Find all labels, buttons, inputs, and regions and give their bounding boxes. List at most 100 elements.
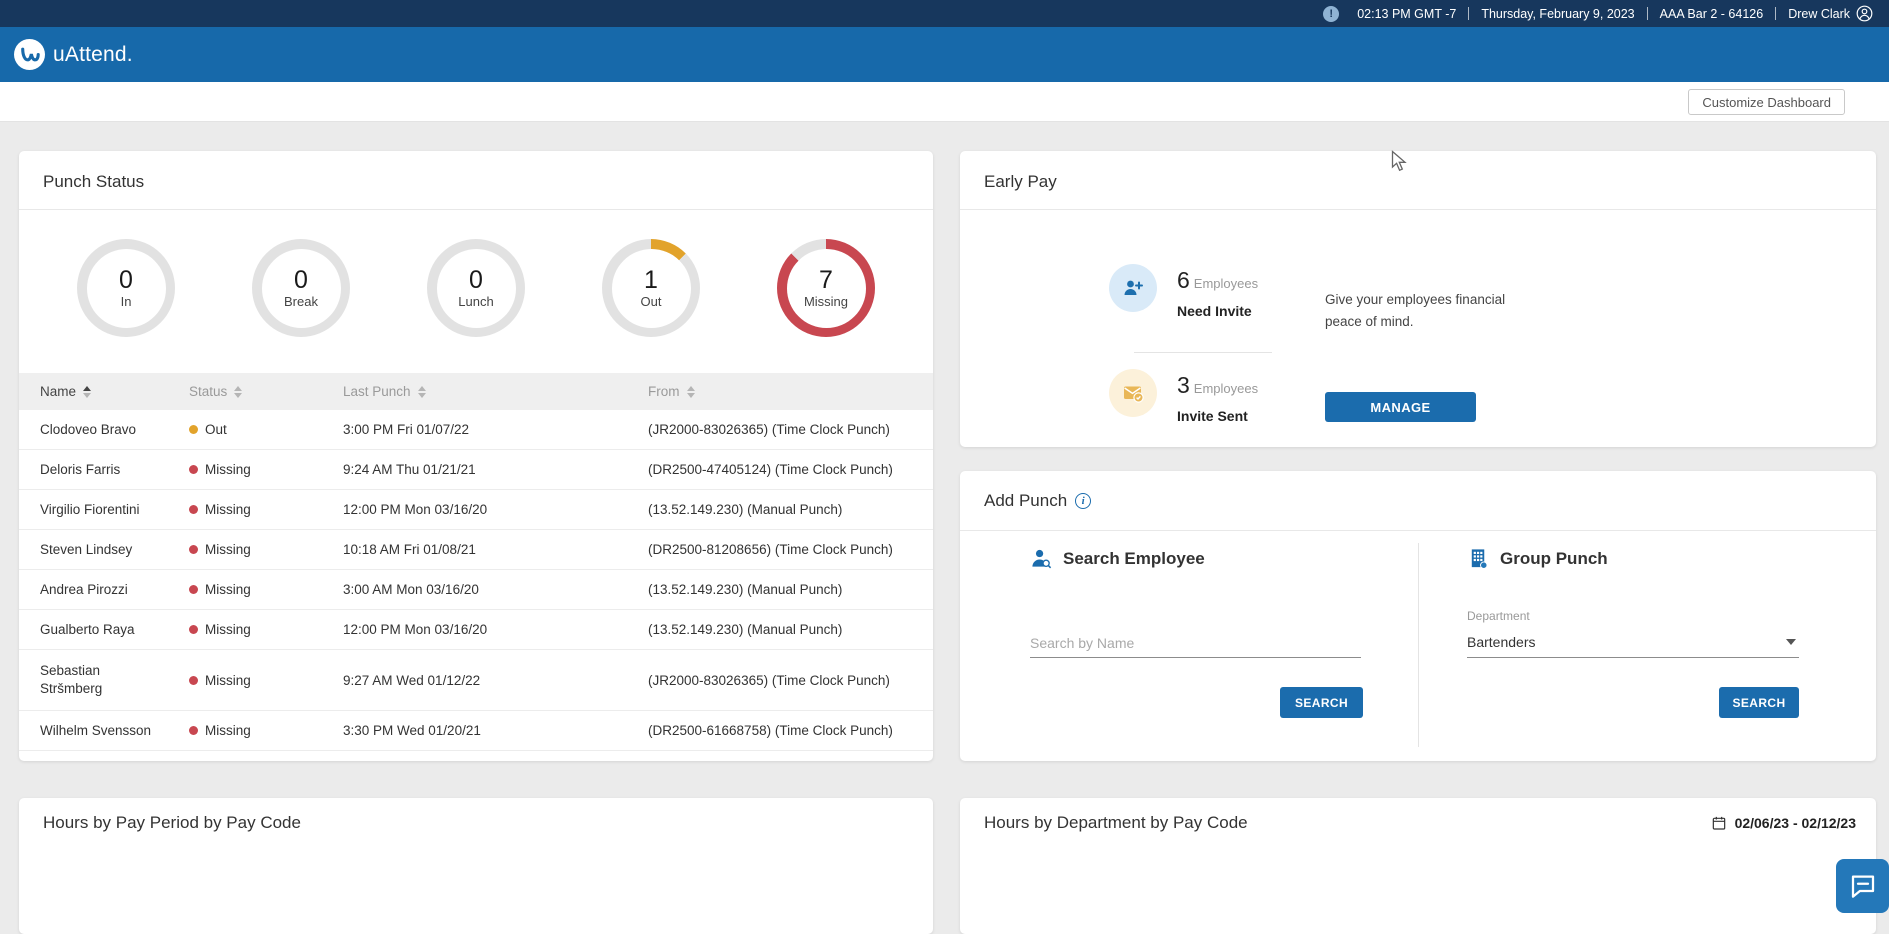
account-name: AAA Bar 2 - 64126 [1660, 7, 1764, 21]
user-name: Drew Clark [1788, 7, 1850, 21]
table-row[interactable]: Clodoveo Bravo Out 3:00 PM Fri 01/07/22 … [19, 410, 933, 450]
donut-ring: 0 Break [252, 239, 350, 337]
sort-icon [83, 386, 91, 398]
table-row[interactable]: Gualberto Raya Missing 12:00 PM Mon 03/1… [19, 610, 933, 650]
punch-from: (13.52.149.230) (Manual Punch) [648, 570, 933, 610]
chevron-down-icon [1786, 639, 1796, 645]
divider [1134, 352, 1272, 353]
uattend-logo-icon [14, 39, 45, 70]
group-punch-search-button[interactable]: SEARCH [1719, 687, 1799, 718]
customize-dashboard-button[interactable]: Customize Dashboard [1688, 89, 1845, 115]
punch-status-stat: 7 Missing [777, 239, 875, 337]
status-text: Out [205, 422, 227, 437]
info-icon[interactable]: i [1075, 493, 1091, 509]
punch-from: (DR2500-47405124) (Time Clock Punch) [648, 450, 933, 490]
add-punch-card: Add Punch i Search Employee SEARCH [960, 471, 1876, 761]
invite-sent-icon-badge [1109, 369, 1157, 417]
hours-by-department-card: Hours by Department by Pay Code 02/06/23… [960, 798, 1876, 934]
last-punch: 9:27 AM Wed 01/12/22 [343, 650, 648, 711]
punch-status-stat: 0 Break [252, 239, 350, 337]
manage-button[interactable]: MANAGE [1325, 392, 1476, 422]
status-text: Missing [205, 622, 251, 637]
divider [1775, 7, 1776, 20]
stat-label: In [121, 294, 132, 309]
employee-name: Clodoveo Bravo [40, 422, 136, 437]
stat-value: 1 [644, 267, 658, 293]
brand-name: uAttend. [53, 43, 133, 67]
add-punch-title: Add Punch [984, 491, 1067, 511]
punch-from: (DR2500-61668758) (Time Clock Punch) [648, 711, 933, 751]
punch-status-card: Punch Status 0 In 0 Break 0 Lunch 1 [19, 151, 933, 761]
employee-name: Wilhelm Svensson [40, 723, 151, 738]
toolbar-strip: Customize Dashboard [0, 82, 1889, 122]
table-row[interactable]: Andrea Pirozzi Missing 3:00 AM Mon 03/16… [19, 570, 933, 610]
employee-name: Gualberto Raya [40, 622, 135, 637]
stat-label: Missing [804, 294, 848, 309]
search-by-name-input[interactable] [1030, 629, 1361, 658]
punch-from: (JR2000-83026365) (Time Clock Punch) [648, 650, 933, 711]
divider [1468, 7, 1469, 20]
last-punch: 12:00 PM Mon 03/16/20 [343, 490, 648, 530]
donut-ring: 0 Lunch [427, 239, 525, 337]
column-header[interactable]: Name [19, 373, 189, 410]
building-icon [1467, 547, 1490, 570]
current-date: Thursday, February 9, 2023 [1481, 7, 1634, 21]
last-punch: 10:18 AM Fri 01/08/21 [343, 530, 648, 570]
need-invite-unit: Employees [1194, 276, 1258, 291]
status-dot [189, 505, 198, 514]
status-dot [189, 676, 198, 685]
clock-time: 02:13 PM GMT -7 [1357, 7, 1456, 21]
punch-from: (JR2000-83026365) (Time Clock Punch) [648, 410, 933, 450]
donut-ring: 1 Out [602, 239, 700, 337]
table-row[interactable]: Steven Lindsey Missing 10:18 AM Fri 01/0… [19, 530, 933, 570]
last-punch: 3:30 PM Wed 01/20/21 [343, 711, 648, 751]
hours-by-pay-period-card: Hours by Pay Period by Pay Code [19, 798, 933, 934]
last-punch: 9:24 AM Thu 01/21/21 [343, 450, 648, 490]
punch-status-table: Name Status Last Punch From Cl [19, 373, 933, 751]
status-text: Missing [205, 462, 251, 477]
user-menu[interactable]: Drew Clark [1788, 5, 1873, 22]
status-dot [189, 545, 198, 554]
chat-bubble-icon [1848, 871, 1878, 901]
employee-name: Andrea Pirozzi [40, 582, 128, 597]
employee-name: Steven Lindsey [40, 542, 132, 557]
employee-name: Virgilio Fiorentini [40, 502, 140, 517]
status-dot [189, 425, 198, 434]
alert-info-icon[interactable]: ! [1323, 6, 1339, 22]
uattend-logo[interactable]: uAttend. [14, 39, 133, 70]
table-header-row: Name Status Last Punch From [19, 373, 933, 410]
table-row[interactable]: Sebastian Stršmberg Missing 9:27 AM Wed … [19, 650, 933, 711]
search-employee-section-header: Search Employee [1030, 547, 1205, 570]
add-user-icon-badge [1109, 264, 1157, 312]
group-punch-section-header: Group Punch [1467, 547, 1608, 570]
column-header[interactable]: Status [189, 373, 343, 410]
date-range-text: 02/06/23 - 02/12/23 [1735, 815, 1856, 831]
status-dot [189, 625, 198, 634]
calendar-icon [1711, 815, 1727, 831]
chat-widget-button[interactable] [1836, 859, 1889, 913]
stat-label: Lunch [458, 294, 493, 309]
column-header[interactable]: From [648, 373, 933, 410]
divider [1647, 7, 1648, 20]
dashboard-page: Punch Status 0 In 0 Break 0 Lunch 1 [0, 122, 1889, 934]
early-pay-message: Give your employees financial peace of m… [1325, 289, 1543, 333]
donut-ring: 7 Missing [777, 239, 875, 337]
department-value: Bartenders [1467, 634, 1535, 650]
punch-from: (13.52.149.230) (Manual Punch) [648, 490, 933, 530]
last-punch: 12:00 PM Mon 03/16/20 [343, 610, 648, 650]
column-header[interactable]: Last Punch [343, 373, 648, 410]
department-select[interactable]: Bartenders [1467, 627, 1799, 658]
person-search-icon [1030, 547, 1053, 570]
table-row[interactable]: Virgilio Fiorentini Missing 12:00 PM Mon… [19, 490, 933, 530]
department-label: Department [1467, 609, 1530, 623]
date-range-picker[interactable]: 02/06/23 - 02/12/23 [1711, 815, 1856, 831]
last-punch: 3:00 AM Mon 03/16/20 [343, 570, 648, 610]
table-row[interactable]: Wilhelm Svensson Missing 3:30 PM Wed 01/… [19, 711, 933, 751]
stat-label: Break [284, 294, 318, 309]
search-employee-button[interactable]: SEARCH [1280, 687, 1363, 718]
punch-status-stat: 0 Lunch [427, 239, 525, 337]
search-employee-heading: Search Employee [1063, 549, 1205, 569]
table-row[interactable]: Deloris Farris Missing 9:24 AM Thu 01/21… [19, 450, 933, 490]
hours-by-department-title: Hours by Department by Pay Code [984, 813, 1248, 833]
invite-sent-stat: 3Employees Invite Sent [1177, 372, 1258, 424]
